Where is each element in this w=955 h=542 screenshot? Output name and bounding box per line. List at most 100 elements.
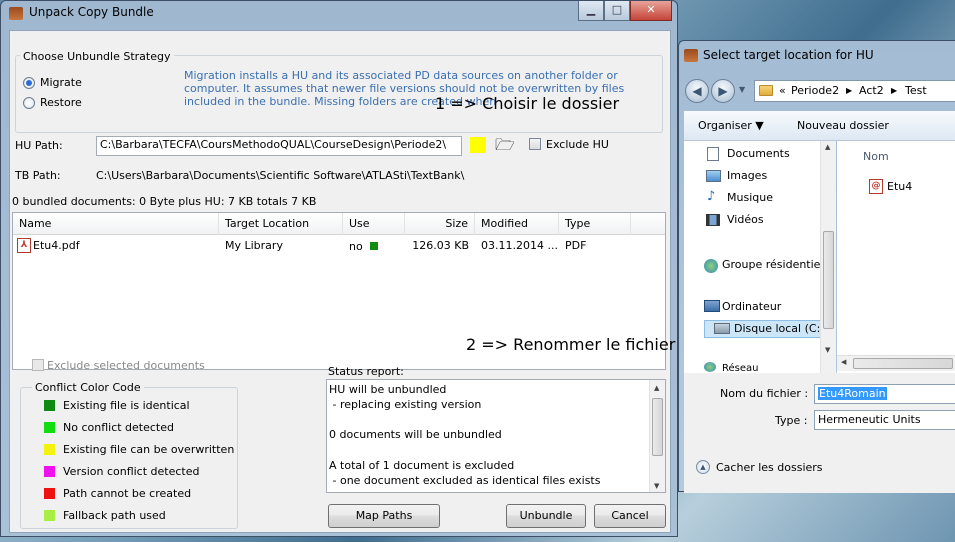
exclude-hu-checkbox[interactable] (529, 138, 541, 150)
hide-folders-toggle-icon[interactable]: ▲ (696, 460, 710, 474)
nav-item-documents[interactable]: Documents (727, 147, 790, 160)
homegroup-icon (704, 259, 718, 273)
select-target-window: Select target location for HU ◀ ▶ ▼ « Pe… (678, 40, 955, 493)
scrollbar-thumb[interactable] (823, 231, 834, 329)
scroll-left-arrow-icon[interactable]: ◀ (841, 358, 846, 366)
status-line: A total of 1 document is excluded (329, 459, 515, 472)
cancel-button[interactable]: Cancel (594, 504, 666, 528)
close-button[interactable]: ✕ (630, 1, 672, 21)
network-icon (704, 362, 716, 372)
column-type[interactable]: Type (559, 213, 631, 235)
nav-item-homegroup[interactable]: Groupe résidentiel (722, 258, 824, 271)
navigation-pane[interactable]: Documents Images ♪ Musique Vidéos Groupe… (684, 141, 836, 373)
status-line: 0 documents will be unbundled (329, 428, 502, 441)
column-modified[interactable]: Modified (475, 213, 559, 235)
breadcrumb-overflow[interactable]: « (779, 81, 786, 101)
status-line: - replacing existing version (329, 398, 482, 411)
scrollbar-thumb[interactable] (853, 358, 953, 369)
scroll-up-arrow-icon[interactable]: ▲ (654, 382, 659, 395)
nav-item-videos[interactable]: Vidéos (727, 213, 764, 226)
pdf-file-icon: @ (869, 179, 883, 194)
status-scrollbar[interactable]: ▲ ▼ (649, 380, 665, 492)
disk-icon (714, 323, 730, 334)
column-header-name[interactable]: Nom (863, 150, 889, 163)
chevron-right-icon: ▶ (846, 86, 853, 95)
conflict-item-label: Existing file can be overwritten (63, 443, 235, 456)
strategy-group-title: Choose Unbundle Strategy (20, 50, 174, 63)
status-report-title: Status report: (328, 365, 404, 378)
map-paths-button[interactable]: Map Paths (328, 504, 440, 528)
unbundle-button[interactable]: Unbundle (506, 504, 586, 528)
bundle-summary: 0 bundled documents: 0 Byte plus HU: 7 K… (12, 195, 317, 208)
address-bar[interactable]: « Periode2 ▶ Act2 ▶ Test (754, 80, 955, 102)
hide-folders-link[interactable]: Cacher les dossiers (716, 461, 823, 474)
new-folder-button[interactable]: Nouveau dossier (797, 119, 889, 132)
files-pane[interactable]: Nom @ Etu4 ◀ (837, 141, 955, 373)
filename-label: Nom du fichier : (720, 387, 809, 400)
migrate-radio[interactable] (23, 77, 35, 89)
scroll-down-arrow-icon[interactable]: ▼ (654, 480, 659, 492)
exclude-hu-label: Exclude HU (546, 138, 609, 151)
minimize-button[interactable]: ▁ (578, 1, 604, 21)
scrollbar-thumb[interactable] (652, 398, 663, 456)
scroll-down-arrow-icon[interactable]: ▼ (825, 346, 830, 354)
migrate-label: Migrate (40, 76, 82, 89)
videos-icon (706, 214, 720, 226)
nav-item-local-disk[interactable]: Disque local (C:) (734, 322, 825, 335)
path-error-swatch (44, 488, 55, 499)
forward-button[interactable]: ▶ (711, 79, 735, 103)
exclude-selected-label: Exclude selected documents (47, 359, 205, 372)
breadcrumb-item[interactable]: Test (905, 81, 927, 101)
fallback-swatch (44, 510, 55, 521)
no-conflict-swatch (44, 422, 55, 433)
conflict-item-label: Path cannot be created (63, 487, 192, 500)
column-size[interactable]: Size (405, 213, 475, 235)
nav-item-network[interactable]: Réseau (722, 363, 758, 372)
music-icon: ♪ (707, 189, 716, 204)
conflict-item-label: Fallback path used (63, 509, 166, 522)
organize-menu[interactable]: Organiser ▼ (698, 119, 764, 132)
tb-path-value: C:\Users\Barbara\Documents\Scientific So… (96, 169, 465, 182)
dialog-client-area: Choose Unbundle Strategy Migrate Restore… (9, 30, 886, 533)
status-report-box[interactable]: HU will be unbundled - replacing existin… (326, 379, 666, 493)
type-label: Type : (775, 414, 808, 427)
table-row[interactable]: ⅄ Etu4.pdf My Library no 126.03 KB 03.11… (13, 237, 633, 255)
column-target-location[interactable]: Target Location (219, 213, 343, 235)
table-header: Name Target Location Use Size Modified T… (13, 213, 665, 235)
open-folder-icon[interactable]: 🗁 (495, 134, 515, 161)
exclude-selected-checkbox[interactable] (32, 359, 44, 371)
save-panel: Nom du fichier : Etu4Romain Type : Herme… (684, 373, 955, 493)
restore-radio[interactable] (23, 97, 35, 109)
maximize-button[interactable]: □ (604, 1, 630, 21)
nav-item-computer[interactable]: Ordinateur (722, 300, 781, 313)
nav-item-music[interactable]: Musique (727, 191, 773, 204)
breadcrumb-item[interactable]: Act2 (859, 81, 884, 101)
filename-input[interactable]: Etu4Romain (814, 384, 955, 404)
nav-item-images[interactable]: Images (727, 169, 767, 182)
filename-selected-text: Etu4Romain (818, 387, 887, 400)
row-modified: 03.11.2014 ... (481, 239, 558, 252)
computer-icon (704, 300, 720, 312)
file-item-etu4[interactable]: Etu4 (887, 180, 912, 193)
history-dropdown-icon[interactable]: ▼ (739, 85, 745, 94)
breadcrumb-item[interactable]: Periode2 (791, 81, 839, 101)
hu-path-label: HU Path: (15, 139, 63, 152)
folder-icon (759, 85, 773, 96)
files-hscrollbar[interactable]: ◀ (837, 355, 955, 371)
back-button[interactable]: ◀ (685, 79, 709, 103)
hu-path-field[interactable]: C:\Barbara\TECFA\CoursMethodoQUAL\Course… (96, 136, 462, 156)
overwrite-swatch (44, 444, 55, 455)
pdf-file-icon: ⅄ (17, 238, 31, 253)
scroll-up-arrow-icon[interactable]: ▲ (825, 143, 830, 151)
row-use: no (349, 240, 363, 253)
column-name[interactable]: Name (13, 213, 219, 235)
annotation-step1: 1 => Choisir le dossier (435, 94, 620, 113)
row-target: My Library (225, 239, 283, 252)
file-type-select[interactable]: Hermeneutic Units (814, 410, 955, 430)
identical-swatch (44, 400, 55, 411)
row-name: Etu4.pdf (33, 239, 80, 252)
target-window-title: Select target location for HU (703, 48, 874, 62)
nav-scrollbar[interactable]: ▲ ▼ (820, 141, 836, 373)
row-size: 126.03 KB (412, 239, 469, 252)
column-use[interactable]: Use (343, 213, 405, 235)
